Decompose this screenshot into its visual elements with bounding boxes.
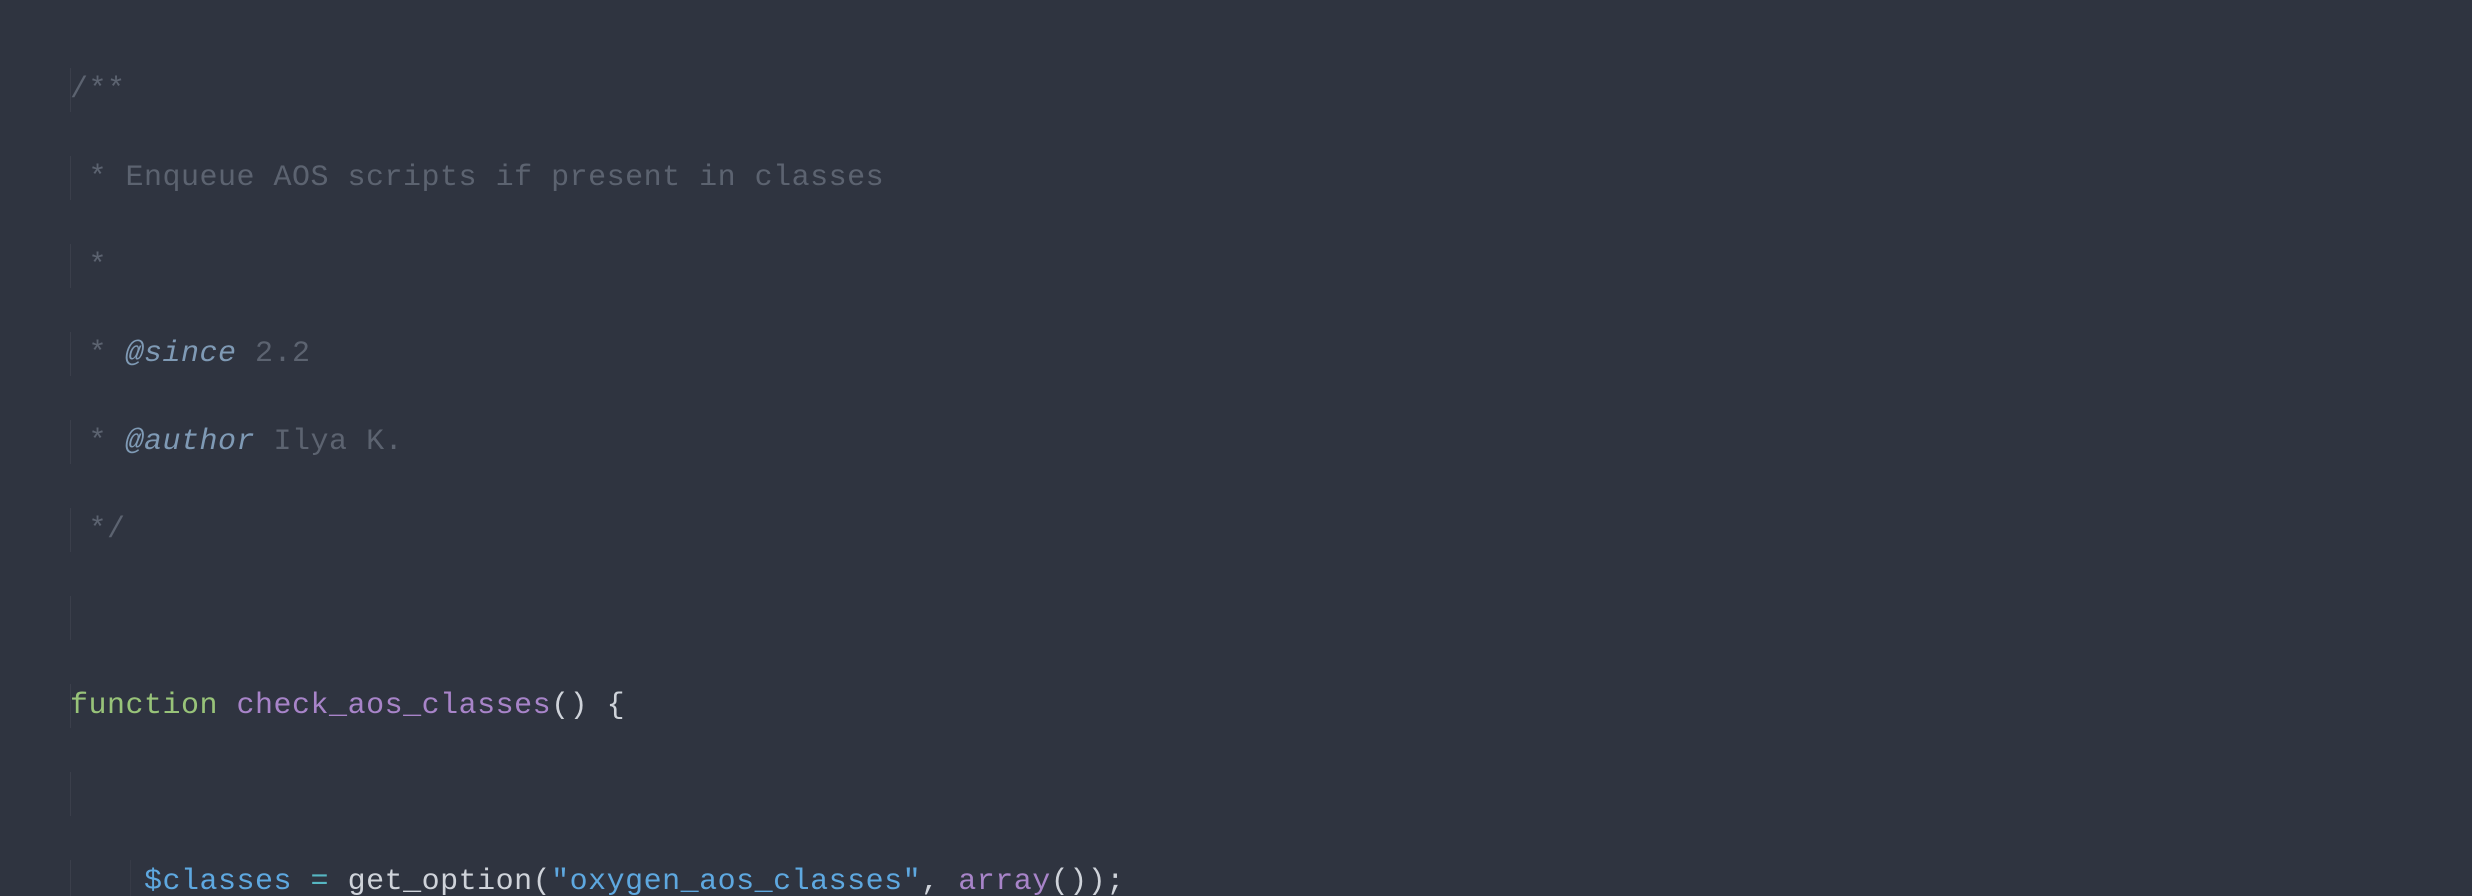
code-line: * @since 2.2	[0, 332, 2472, 376]
code-editor[interactable]: /** * Enqueue AOS scripts if present in …	[0, 0, 2472, 896]
function-call: get_option	[348, 865, 533, 896]
code-line: $classes = get_option("oxygen_aos_classe…	[0, 860, 2472, 896]
comment: * Enqueue AOS scripts if present in clas…	[70, 161, 884, 195]
operator: =	[292, 865, 348, 896]
comment: /**	[70, 73, 126, 107]
comment: *	[70, 337, 126, 371]
code-line: function check_aos_classes() {	[0, 684, 2472, 728]
comment: *	[70, 425, 126, 459]
code-line: */	[0, 508, 2472, 552]
phpdoc-tag: @author	[126, 425, 256, 459]
code-line	[0, 596, 2472, 640]
punct: ,	[921, 865, 958, 896]
punct: ());	[1051, 865, 1125, 896]
code-line: *	[0, 244, 2472, 288]
code-line	[0, 772, 2472, 816]
phpdoc-tag: @since	[126, 337, 237, 371]
builtin: array	[958, 865, 1051, 896]
punct: () {	[551, 689, 625, 723]
code-line: /**	[0, 68, 2472, 112]
punct: (	[533, 865, 552, 896]
keyword-function: function	[70, 689, 218, 723]
string: "oxygen_aos_classes"	[551, 865, 921, 896]
code-line: * Enqueue AOS scripts if present in clas…	[0, 156, 2472, 200]
variable: $classes	[144, 865, 292, 896]
function-name: check_aos_classes	[237, 689, 552, 723]
comment: 2.2	[237, 337, 311, 371]
comment: */	[70, 513, 126, 547]
comment: Ilya K.	[255, 425, 403, 459]
comment: *	[70, 249, 107, 283]
code-line: * @author Ilya K.	[0, 420, 2472, 464]
